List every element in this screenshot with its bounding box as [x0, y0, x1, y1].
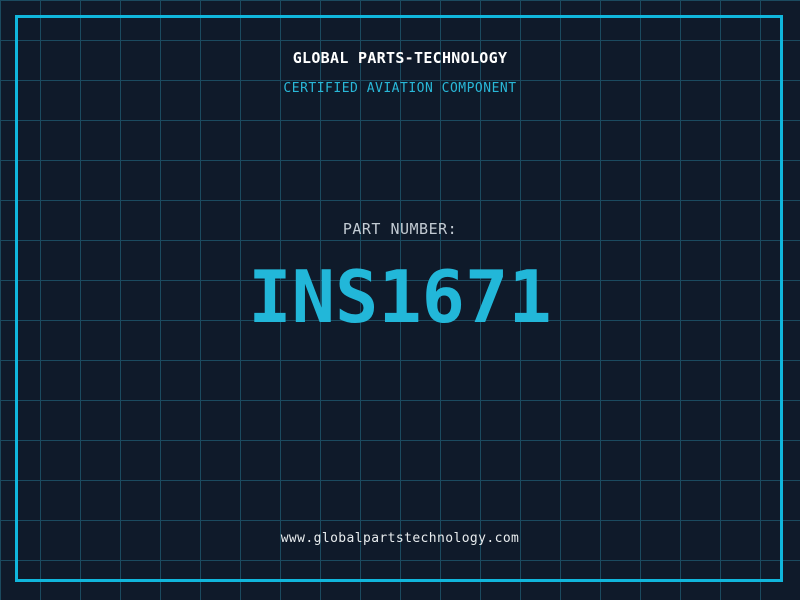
blueprint-page: GLOBAL PARTS-TECHNOLOGY CERTIFIED AVIATI… [0, 0, 800, 600]
part-number-label: PART NUMBER: [342, 220, 458, 238]
brand-subtitle: CERTIFIED AVIATION COMPONENT [283, 81, 517, 96]
website-url: www.globalpartstechnology.com [280, 531, 520, 546]
part-number-value: INS1671 [248, 255, 552, 339]
brand-title: GLOBAL PARTS-TECHNOLOGY [292, 49, 508, 67]
